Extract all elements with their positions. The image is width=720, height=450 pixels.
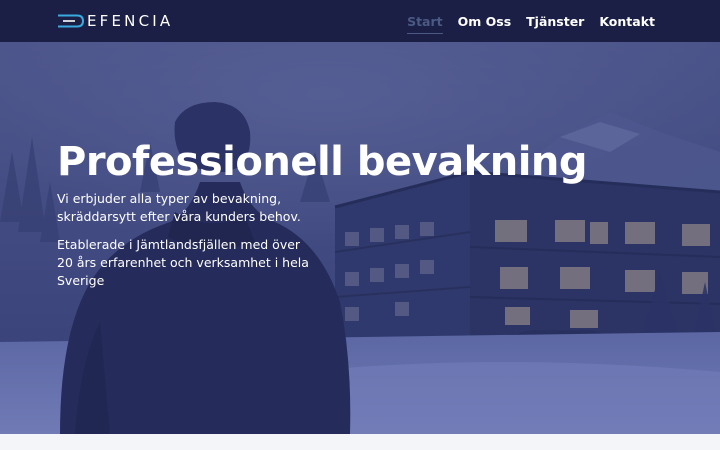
logo-d-icon bbox=[58, 14, 85, 28]
main-nav: Start Om Oss Tjänster Kontakt bbox=[407, 0, 655, 42]
hero-paragraph-established: Etablerade i Jämtlandsfjällen med över 2… bbox=[57, 237, 309, 288]
nav-item-start[interactable]: Start bbox=[407, 12, 443, 34]
nav-item-om-oss[interactable]: Om Oss bbox=[458, 12, 512, 31]
hero-paragraph-offer: Vi erbjuder alla typer av bevakning, skr… bbox=[57, 191, 301, 224]
nav-item-tjanster[interactable]: Tjänster bbox=[526, 12, 584, 31]
hero-title: Professionell bevakning bbox=[57, 139, 588, 185]
logo-text: EFENCIA bbox=[87, 12, 174, 30]
nav-item-kontakt[interactable]: Kontakt bbox=[599, 12, 655, 31]
site-logo[interactable]: EFENCIA bbox=[57, 12, 173, 30]
hero-content: Professionell bevakning Vi erbjuder alla… bbox=[57, 138, 617, 290]
page-section-below-hero bbox=[0, 434, 720, 450]
hero-section: Professionell bevakning Vi erbjuder alla… bbox=[0, 42, 720, 434]
site-header: EFENCIA Start Om Oss Tjänster Kontakt bbox=[0, 0, 720, 42]
